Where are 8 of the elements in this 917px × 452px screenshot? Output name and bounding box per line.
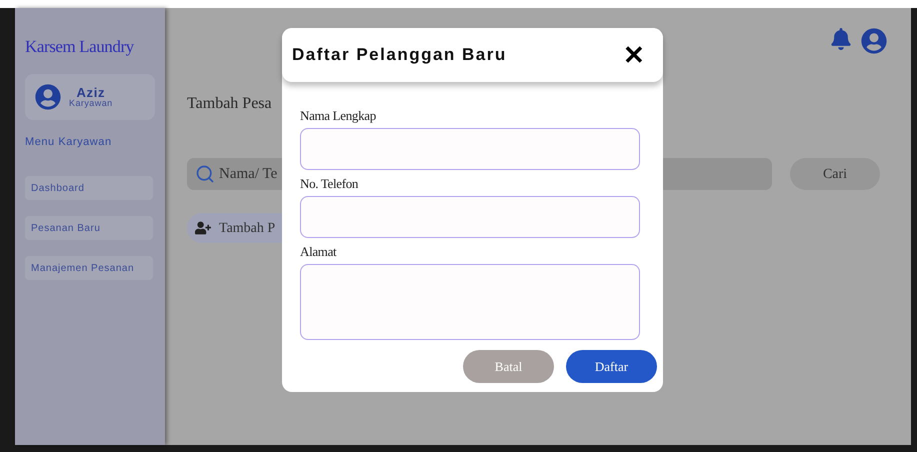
field-label: Nama Lengkap xyxy=(300,108,377,125)
user-name: Aziz xyxy=(76,86,106,98)
field-label: No. Telefon xyxy=(300,176,360,193)
field-label: Alamat xyxy=(300,244,338,261)
dialog-title: Daftar Pelanggan Baru xyxy=(292,44,507,66)
menu-title: Menu Karyawan xyxy=(25,134,113,150)
brand-title: Karsem Laundry xyxy=(25,36,135,58)
user-role: Karyawan xyxy=(69,98,113,108)
